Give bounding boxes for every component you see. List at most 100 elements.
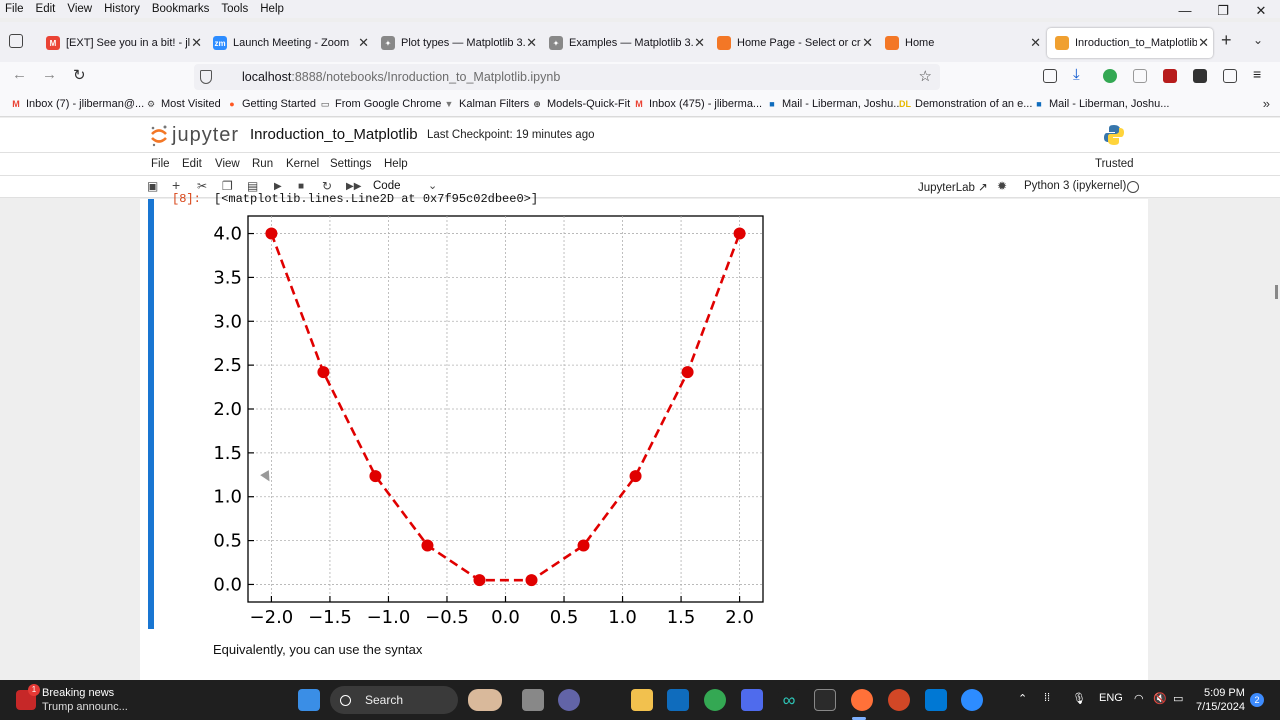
terminal-icon[interactable] (814, 689, 836, 711)
bookmark-item[interactable]: M Inbox (475) - jliberma... (633, 98, 762, 110)
jp-menu-kernel[interactable]: Kernel (286, 158, 319, 170)
debugger-bug-icon[interactable]: ✹ (997, 179, 1007, 193)
download-icon[interactable]: ⤓ (1073, 66, 1087, 83)
menu-edit[interactable]: Edit (30, 3, 62, 15)
chrome-icon[interactable] (704, 689, 726, 711)
tab-1[interactable]: M [EXT] See you in a bit! - jlib ✕ (38, 28, 206, 58)
close-window-icon[interactable]: ✕ (1242, 0, 1280, 22)
tab-close-icon[interactable]: ✕ (358, 35, 369, 51)
jupyter-logo[interactable]: jupyter (150, 124, 239, 147)
tab-close-icon[interactable]: ✕ (1198, 35, 1209, 51)
arduino-icon[interactable]: ∞ (778, 689, 800, 711)
shield-icon[interactable] (200, 70, 212, 84)
notification-badge[interactable]: 2 (1250, 693, 1264, 707)
bookmark-item[interactable]: M Inbox (7) - jliberman@... (10, 98, 144, 110)
url-text[interactable]: localhost:8888/notebooks/Inroduction_to_… (242, 70, 560, 84)
tab-list-chevron-icon[interactable]: ⌄ (1253, 33, 1263, 47)
chevron-down-icon[interactable]: ⌄ (428, 179, 437, 192)
forward-icon[interactable]: → (42, 66, 57, 83)
tab-close-icon[interactable]: ✕ (862, 35, 873, 51)
insert-cell-icon[interactable]: + (172, 177, 180, 193)
reload-icon[interactable]: ↻ (73, 66, 86, 84)
teams-icon[interactable] (558, 689, 580, 711)
jp-menu-settings[interactable]: Settings (330, 158, 372, 170)
chrome-extension-icon[interactable] (1103, 69, 1117, 83)
trusted-indicator[interactable]: Trusted (1095, 158, 1134, 170)
extension-dark-icon[interactable] (1193, 69, 1207, 83)
kernel-name[interactable]: Python 3 (ipykernel) (1024, 180, 1126, 192)
jp-menu-file[interactable]: File (151, 158, 170, 170)
tab-7[interactable]: Inroduction_to_Matplotlib ✕ (1047, 28, 1213, 58)
menu-tools[interactable]: Tools (215, 3, 254, 15)
restore-icon[interactable]: ❐ (1204, 0, 1242, 22)
tray-overflow-icon[interactable]: ⌃ (1018, 692, 1027, 705)
store-icon[interactable] (741, 689, 763, 711)
outlook-icon[interactable] (667, 689, 689, 711)
tray-grid-icon[interactable]: ⁞⁞ (1044, 692, 1050, 704)
volume-icon[interactable]: 🔇 (1153, 692, 1167, 705)
jp-menu-view[interactable]: View (215, 158, 240, 170)
new-tab-icon[interactable]: + (1221, 30, 1232, 51)
bookmarks-overflow-icon[interactable]: » (1263, 96, 1270, 111)
bookmark-item[interactable]: ▭ From Google Chrome (319, 98, 442, 110)
pocket-icon[interactable] (1043, 69, 1057, 83)
jp-menu-help[interactable]: Help (384, 158, 408, 170)
stop-icon[interactable]: ■ (298, 181, 304, 192)
bookmark-star-icon[interactable]: ☆ (919, 67, 932, 85)
task-view-icon[interactable] (522, 689, 544, 711)
run-icon[interactable]: ▶ (274, 181, 282, 192)
copy-icon[interactable]: ❐ (222, 179, 233, 193)
taskbar-search[interactable]: Search (330, 686, 458, 714)
vscode-icon[interactable] (925, 689, 947, 711)
menu-bookmarks[interactable]: Bookmarks (146, 3, 216, 15)
bookmark-item[interactable]: ■ Mail - Liberman, Joshu... (1033, 98, 1169, 110)
notebook-title[interactable]: Inroduction_to_Matplotlib (250, 126, 418, 143)
url-bar[interactable]: localhost:8888/notebooks/Inroduction_to_… (194, 64, 940, 90)
menu-help[interactable]: Help (254, 3, 290, 15)
bookmark-item[interactable]: ● Getting Started (226, 98, 316, 110)
restart-icon[interactable]: ↻ (322, 179, 332, 193)
tab-overview-icon[interactable] (9, 34, 23, 48)
bookmark-item[interactable]: ▼ Kalman Filters (443, 98, 530, 110)
jp-menu-edit[interactable]: Edit (182, 158, 202, 170)
restart-run-all-icon[interactable]: ▶▶ (346, 181, 361, 192)
bookmark-item[interactable]: ⊕ Models-Quick-Fit (531, 98, 630, 110)
hamburger-menu-icon[interactable]: ≡ (1253, 66, 1267, 82)
tab-close-icon[interactable]: ✕ (191, 35, 202, 51)
tab-6[interactable]: Home ✕ (877, 28, 1045, 58)
windows-start-icon[interactable] (298, 689, 320, 711)
powerpoint-icon[interactable] (888, 689, 910, 711)
ublock-icon[interactable] (1163, 69, 1177, 83)
tab-close-icon[interactable]: ✕ (1030, 35, 1041, 51)
back-icon[interactable]: ← (12, 66, 27, 83)
microphone-icon[interactable]: 🎙 (1072, 692, 1086, 705)
reader-icon[interactable] (1133, 69, 1147, 83)
bookmark-item[interactable]: DL Demonstration of an e... (899, 98, 1032, 110)
tab-close-icon[interactable]: ✕ (526, 35, 537, 51)
minimize-icon[interactable]: — (1166, 0, 1204, 22)
menu-history[interactable]: History (98, 3, 146, 15)
zoom-icon[interactable] (961, 689, 983, 711)
tab-4[interactable]: ✦ Examples — Matplotlib 3.9 ✕ (541, 28, 709, 58)
scrollbar-thumb[interactable] (1275, 285, 1278, 299)
bookmark-item[interactable]: ■ Mail - Liberman, Joshu... (766, 98, 902, 110)
cell-collapser[interactable] (148, 199, 154, 629)
tab-3[interactable]: ✦ Plot types — Matplotlib 3.9 ✕ (373, 28, 541, 58)
news-widget[interactable]: 1 Breaking news Trump announc... (16, 684, 128, 714)
menu-view[interactable]: View (61, 3, 98, 15)
language-indicator[interactable]: ENG (1099, 692, 1123, 704)
file-explorer-icon[interactable] (631, 689, 653, 711)
paste-icon[interactable]: ▤ (247, 179, 258, 193)
bookmark-item[interactable]: ⚙ Most Visited (145, 98, 221, 110)
battery-icon[interactable]: ▭ (1173, 692, 1183, 705)
cell-type-select[interactable]: Code (373, 180, 401, 192)
menu-file[interactable]: File (0, 3, 30, 15)
firefox-icon[interactable] (851, 689, 873, 711)
wifi-icon[interactable]: ◠ (1134, 692, 1144, 705)
cut-icon[interactable]: ✂ (197, 179, 207, 193)
jupyterlab-link[interactable]: JupyterLab ↗ (918, 180, 988, 194)
clock[interactable]: 5:09 PM 7/15/2024 (1196, 686, 1245, 714)
tab-2[interactable]: zm Launch Meeting - Zoom ✕ (205, 28, 373, 58)
tab-5[interactable]: Home Page - Select or crea ✕ (709, 28, 877, 58)
jp-menu-run[interactable]: Run (252, 158, 273, 170)
